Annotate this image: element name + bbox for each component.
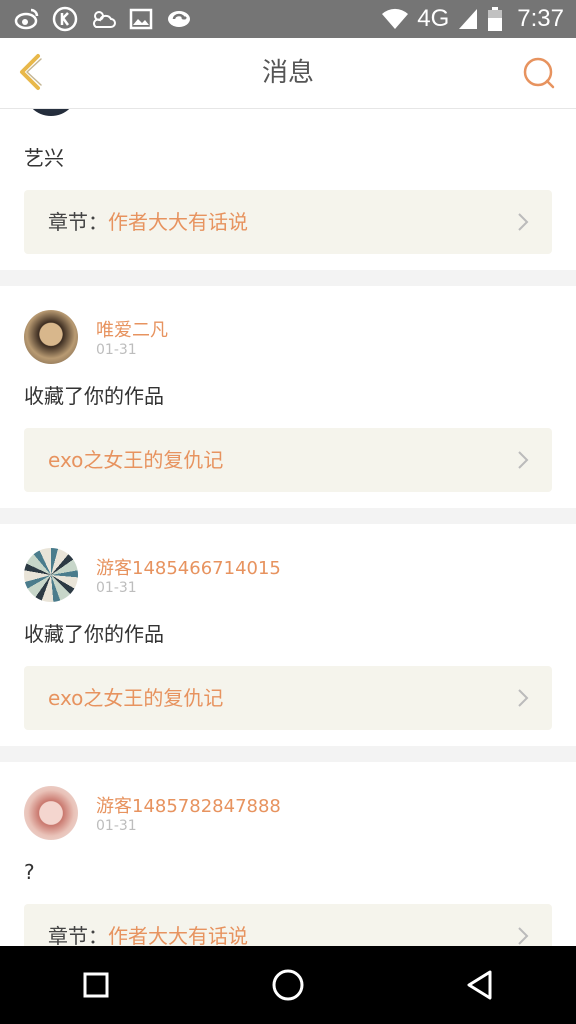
message-user-row: 唯爱二凡 01-31 <box>24 286 552 366</box>
k-app-icon <box>52 6 78 32</box>
chevron-right-icon <box>518 927 529 945</box>
message-text: 收藏了你的作品 <box>24 622 164 646</box>
message-list[interactable]: 艺兴 章节：作者大大有话说 唯爱二凡 01-31 收藏了你的作品 exo之女王的… <box>0 108 576 946</box>
avatar[interactable] <box>24 108 78 116</box>
message-reference[interactable]: exo之女王的复仇记 <box>24 428 552 492</box>
divider <box>0 270 576 286</box>
message-reference[interactable]: 章节：作者大大有话说 <box>24 904 552 946</box>
avatar[interactable] <box>24 786 78 840</box>
message-date: 01-31 <box>96 342 137 358</box>
reference-title: exo之女王的复仇记 <box>48 448 224 472</box>
signal-icon <box>459 9 478 29</box>
back-button[interactable] <box>456 961 504 1009</box>
page-title: 消息 <box>261 58 314 88</box>
message-user-row: 游客1485466714015 01-31 <box>24 524 552 604</box>
triangle-back-icon <box>467 970 492 1000</box>
message-card: 游客1485782847888 01-31 ? 章节：作者大大有话说 <box>0 762 576 946</box>
message-text: 艺兴 <box>24 146 64 170</box>
reference-title: 作者大大有话说 <box>108 924 248 946</box>
battery-icon <box>488 7 503 31</box>
message-user-row <box>24 108 552 128</box>
message-text: 收藏了你的作品 <box>24 384 164 408</box>
app-header: 消息 <box>0 38 576 109</box>
square-icon <box>83 972 109 998</box>
divider <box>0 508 576 524</box>
home-button[interactable] <box>264 961 312 1009</box>
avatar[interactable] <box>24 310 78 364</box>
message-date: 01-31 <box>96 580 137 596</box>
circle-icon <box>272 969 304 1001</box>
weibo-icon <box>14 8 39 30</box>
chevron-right-icon <box>518 451 529 469</box>
status-bar: 4G 7:37 <box>0 0 576 38</box>
avatar[interactable] <box>24 548 78 602</box>
message-username[interactable]: 游客1485782847888 <box>96 792 281 818</box>
network-type: 4G <box>417 5 450 32</box>
system-nav-bar <box>0 946 576 1024</box>
reference-title: exo之女王的复仇记 <box>48 686 224 710</box>
reference-label: 章节： <box>48 210 108 234</box>
message-username[interactable]: 唯爱二凡 <box>96 316 168 342</box>
notification-icons <box>14 6 192 32</box>
message-card: 艺兴 章节：作者大大有话说 <box>0 108 576 254</box>
image-icon <box>129 8 153 30</box>
wifi-icon <box>382 8 409 29</box>
reference-label: 章节： <box>48 924 108 946</box>
chevron-right-icon <box>518 213 529 231</box>
clock: 7:37 <box>517 5 564 32</box>
system-status: 4G 7:37 <box>381 0 564 38</box>
message-reference[interactable]: exo之女王的复仇记 <box>24 666 552 730</box>
message-date: 01-31 <box>96 818 137 834</box>
sync-icon <box>168 11 190 27</box>
message-username[interactable]: 游客1485466714015 <box>96 554 281 580</box>
message-text: ? <box>24 860 35 884</box>
message-reference[interactable]: 章节：作者大大有话说 <box>24 190 552 254</box>
reference-title: 作者大大有话说 <box>108 210 248 234</box>
weather-icon <box>93 11 116 28</box>
recent-apps-button[interactable] <box>72 961 120 1009</box>
message-user-row: 游客1485782847888 01-31 <box>24 762 552 842</box>
chat-bubble-icon[interactable] <box>522 56 556 90</box>
message-card: 唯爱二凡 01-31 收藏了你的作品 exo之女王的复仇记 <box>0 286 576 492</box>
divider <box>0 746 576 762</box>
message-card: 游客1485466714015 01-31 收藏了你的作品 exo之女王的复仇记 <box>0 524 576 730</box>
chevron-right-icon <box>518 689 529 707</box>
